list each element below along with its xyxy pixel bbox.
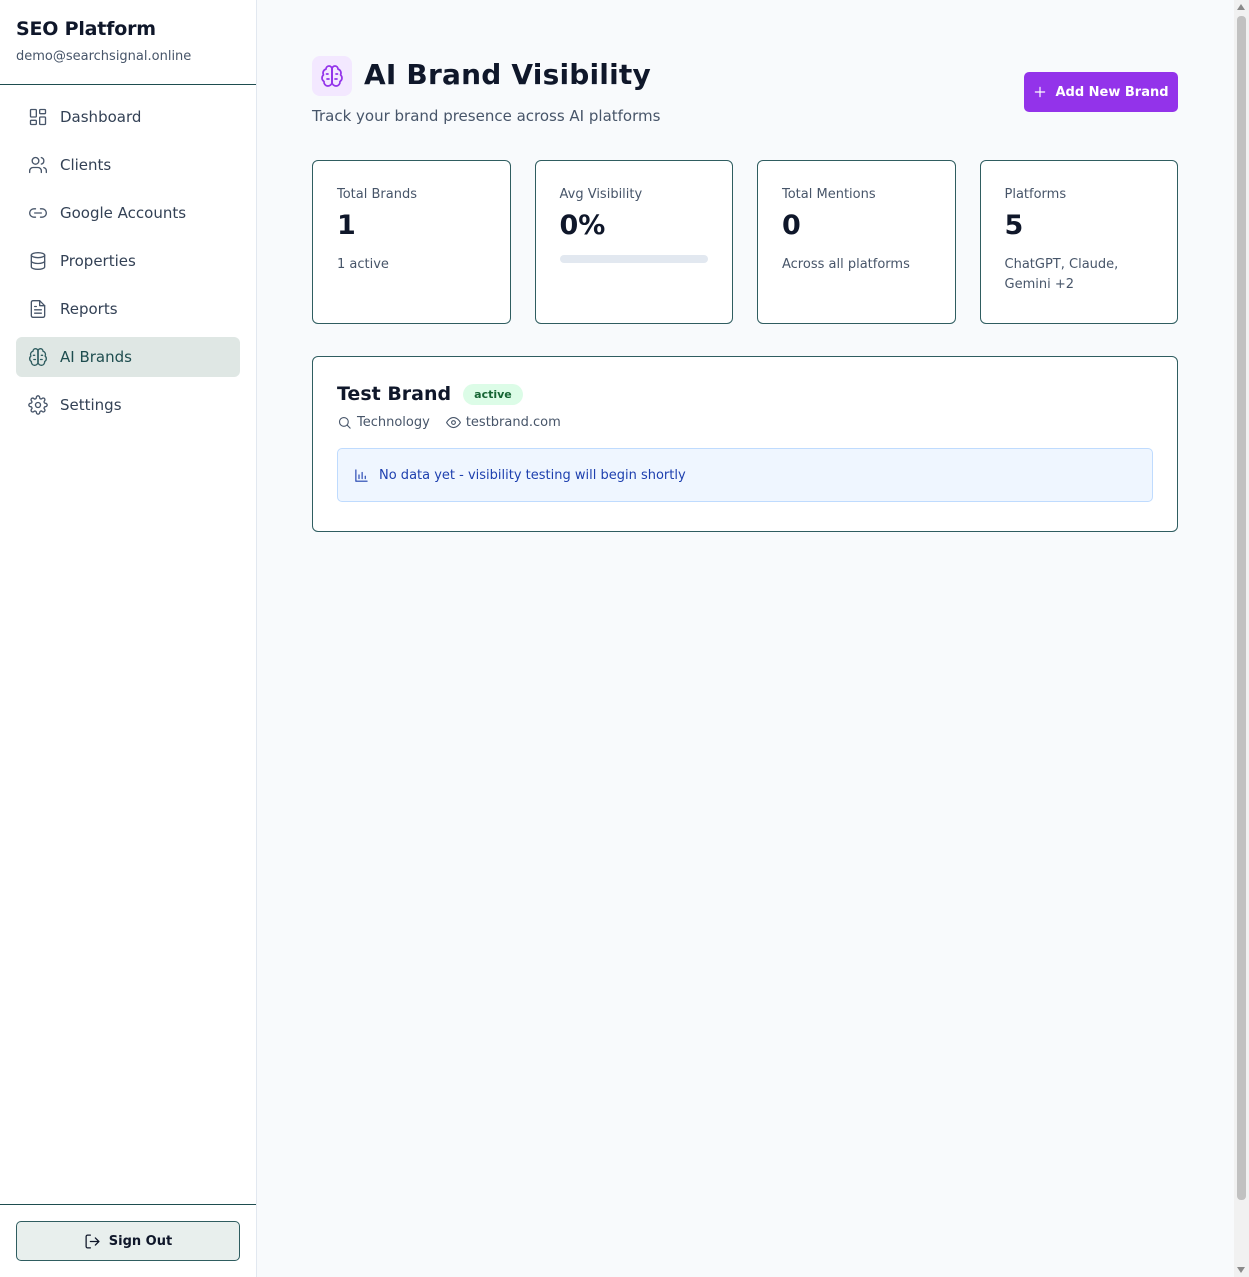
sidebar-item-label: Reports: [60, 300, 118, 318]
brand-meta: Technology testbrand.com: [337, 415, 1153, 430]
bar-chart-icon: [355, 468, 368, 482]
notice-text: No data yet - visibility testing will be…: [379, 467, 686, 483]
stats-row: Total Brands 1 1 active Avg Visibility 0…: [312, 160, 1178, 324]
sign-out-button[interactable]: Sign Out: [16, 1221, 240, 1261]
app-title: SEO Platform: [16, 18, 156, 40]
sidebar-footer: Sign Out: [0, 1204, 256, 1277]
sign-out-label: Sign Out: [108, 1233, 173, 1249]
plus-icon: [1035, 86, 1046, 98]
stat-value: 5: [1004, 210, 1024, 241]
visibility-progress-bar: [559, 255, 708, 263]
brain-icon: [27, 346, 49, 368]
stat-value: 0: [782, 210, 801, 241]
users-icon: [27, 154, 49, 176]
page-title: AI Brand Visibility: [364, 58, 651, 91]
dashboard-icon: [27, 106, 49, 128]
sidebar-item-clients[interactable]: Clients: [16, 145, 240, 185]
sidebar-nav: Dashboard Clients Google Accounts Proper…: [0, 97, 256, 425]
gear-icon: [27, 394, 49, 416]
database-icon: [27, 250, 49, 272]
page-subtitle: Track your brand presence across AI plat…: [312, 107, 661, 125]
add-new-brand-button[interactable]: Add New Brand: [1024, 72, 1178, 112]
stat-label: Avg Visibility: [559, 187, 643, 202]
sidebar-item-label: Clients: [60, 156, 112, 174]
eye-icon: [445, 416, 461, 429]
brain-icon: [312, 56, 352, 96]
stat-value: 1: [337, 210, 356, 241]
main-content: AI Brand Visibility Track your brand pre…: [257, 0, 1234, 1277]
stat-sub: 1 active: [337, 257, 389, 272]
scroll-down-arrow[interactable]: [1237, 1267, 1245, 1273]
sidebar-item-label: Settings: [60, 396, 122, 414]
brand-header: Test Brand active: [337, 383, 1153, 405]
stat-label: Platforms: [1004, 187, 1067, 202]
sidebar-item-reports[interactable]: Reports: [16, 289, 240, 329]
vertical-scrollbar[interactable]: [1234, 0, 1249, 1277]
sidebar-header: SEO Platform demo@searchsignal.online: [0, 0, 256, 85]
file-text-icon: [27, 298, 49, 320]
brand-card[interactable]: Test Brand active Technology testbrand.c…: [312, 356, 1178, 532]
link-icon: [27, 202, 49, 224]
stat-sub: ChatGPT, Claude, Gemini +2: [1004, 257, 1119, 292]
stat-card-avg-visibility: Avg Visibility 0%: [534, 160, 733, 324]
stat-card-total-brands: Total Brands 1 1 active: [312, 160, 511, 324]
scroll-up-arrow[interactable]: [1237, 4, 1245, 10]
sidebar-item-dashboard[interactable]: Dashboard: [16, 97, 240, 137]
status-badge: active: [463, 383, 523, 405]
brand-name: Test Brand: [337, 383, 452, 405]
stat-label: Total Mentions: [782, 187, 876, 202]
sidebar-item-label: Properties: [60, 252, 136, 270]
log-out-icon: [85, 1233, 100, 1249]
sidebar-item-label: AI Brands: [60, 348, 132, 366]
scrollbar-thumb[interactable]: [1237, 16, 1246, 1200]
sidebar-item-label: Google Accounts: [60, 204, 187, 222]
sidebar-item-ai-brands[interactable]: AI Brands: [16, 337, 240, 377]
brand-domain: testbrand.com: [445, 415, 561, 430]
sidebar-item-label: Dashboard: [60, 108, 142, 126]
sidebar-item-properties[interactable]: Properties: [16, 241, 240, 281]
user-email: demo@searchsignal.online: [16, 49, 192, 64]
brand-category-label: Technology: [357, 415, 430, 430]
add-new-brand-label: Add New Brand: [1055, 84, 1169, 100]
sidebar-item-settings[interactable]: Settings: [16, 385, 240, 425]
brand-category: Technology: [337, 415, 430, 430]
no-data-notice: No data yet - visibility testing will be…: [337, 448, 1153, 502]
stat-card-platforms: Platforms 5 ChatGPT, Claude, Gemini +2: [979, 160, 1178, 324]
sidebar-item-google-accounts[interactable]: Google Accounts: [16, 193, 240, 233]
stat-value: 0%: [559, 210, 606, 241]
stat-card-total-mentions: Total Mentions 0 Across all platforms: [757, 160, 956, 324]
stat-sub: Across all platforms: [782, 257, 910, 272]
brand-domain-label: testbrand.com: [465, 415, 561, 430]
search-icon: [338, 416, 351, 429]
sidebar: SEO Platform demo@searchsignal.online Da…: [0, 0, 257, 1277]
stat-label: Total Brands: [337, 187, 417, 202]
